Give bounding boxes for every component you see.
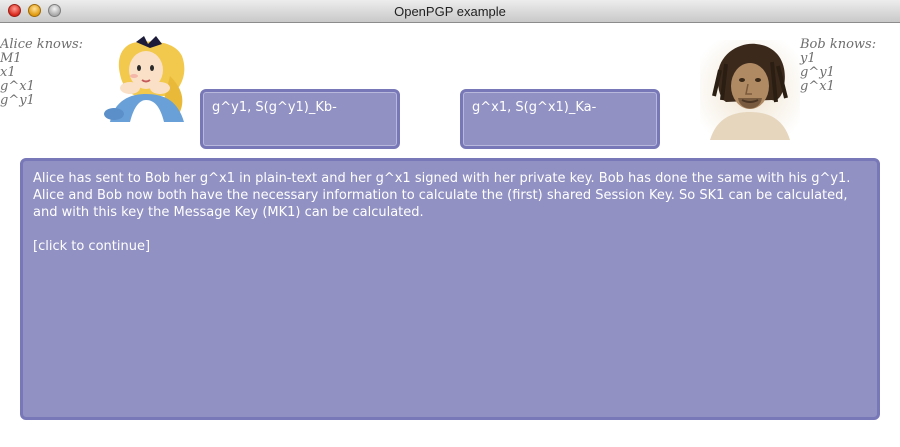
explanation-panel[interactable]: Alice has sent to Bob her g^x1 in plain-…	[20, 158, 880, 420]
bob-avatar	[700, 40, 800, 140]
bob-knowledge-item: g^x1	[800, 79, 835, 94]
alice-knowledge-list: Alice knows: M1 x1 g^x1 g^y1	[0, 38, 83, 108]
title-bar: OpenPGP example	[0, 0, 900, 23]
alice-knowledge-item: M1	[0, 51, 22, 66]
app-window: OpenPGP example Alice knows: M1 x1 g^x1 …	[0, 0, 900, 447]
alice-knowledge-item: x1	[0, 65, 16, 80]
alice-knowledge-heading: Alice knows:	[0, 37, 84, 52]
bob-received-message-box: g^x1, S(g^x1)_Ka-	[460, 89, 660, 149]
bob-knowledge-heading: Bob knows:	[800, 37, 877, 52]
alice-knowledge-item: g^y1	[0, 93, 35, 108]
continue-link[interactable]: [click to continue]	[33, 238, 867, 255]
alice-received-message-box: g^y1, S(g^y1)_Kb-	[200, 89, 400, 149]
window-title: OpenPGP example	[394, 4, 506, 19]
bob-received-message-text: g^x1, S(g^x1)_Ka-	[472, 100, 597, 115]
alice-received-message-text: g^y1, S(g^y1)_Kb-	[212, 100, 337, 115]
bob-knowledge-list: Bob knows: y1 g^y1 g^x1	[800, 38, 876, 94]
bob-knowledge-item: y1	[800, 51, 816, 66]
bob-knowledge-item: g^y1	[800, 65, 835, 80]
alice-knowledge-item: g^x1	[0, 79, 35, 94]
alice-avatar	[104, 36, 185, 122]
explanation-text: Alice has sent to Bob her g^x1 in plain-…	[33, 171, 851, 220]
